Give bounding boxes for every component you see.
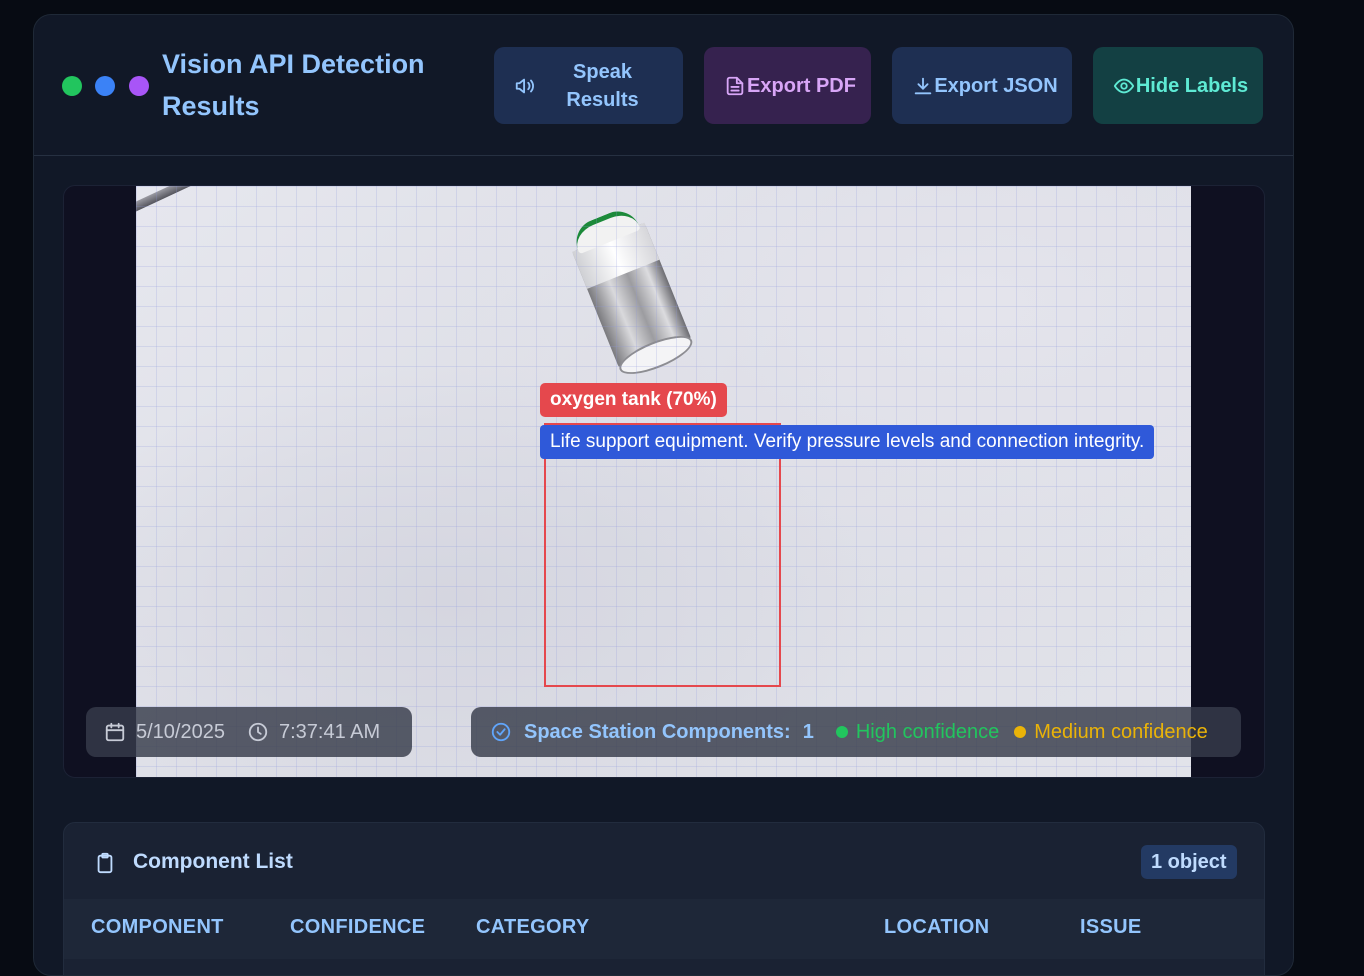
eye-icon: [1113, 78, 1135, 93]
column-header-confidence[interactable]: CONFIDENCE: [290, 916, 425, 939]
export-pdf-button[interactable]: Export PDF: [704, 47, 871, 124]
legend-high-label: High confidence: [855, 720, 1000, 743]
speaker-icon: [515, 78, 534, 93]
time-text: 7:37:41 AM: [278, 720, 381, 743]
column-header-issue[interactable]: ISSUE: [1080, 916, 1142, 939]
clipboard-icon: [97, 852, 113, 874]
check-circle-icon: [491, 722, 511, 742]
component-list-card: Component List 1 object COMPONENT CONFID…: [63, 822, 1265, 975]
export-json-label: Export JSON: [934, 74, 1058, 97]
image-viewer: oxygen tank (70%) Life support equipment…: [63, 185, 1265, 778]
export-json-button[interactable]: Export JSON: [892, 47, 1072, 124]
column-header-category[interactable]: CATEGORY: [476, 916, 590, 939]
column-header-component[interactable]: COMPONENT: [91, 916, 224, 939]
column-header-location[interactable]: LOCATION: [884, 916, 989, 939]
clock-icon: [248, 722, 268, 742]
legend-medium-confidence: Medium confidence: [1014, 720, 1208, 744]
detection-bounding-box[interactable]: [544, 423, 781, 687]
calendar-icon: [105, 722, 125, 742]
export-pdf-label: Export PDF: [747, 74, 856, 97]
page-title: Vision API Detection Results: [162, 49, 425, 121]
legend-high-swatch: [835, 726, 848, 738]
window-dot-purple: [129, 76, 149, 96]
download-icon: [914, 77, 932, 94]
table-header-row: COMPONENT CONFIDENCE CATEGORY LOCATION I…: [64, 899, 1264, 959]
results-panel: Vision API Detection Results Speak Resul…: [33, 14, 1294, 976]
detection-description: Life support equipment. Verify pressure …: [540, 425, 1155, 459]
legend-medium-swatch: [1014, 726, 1027, 738]
window-dot-blue: [95, 76, 115, 96]
object-count-badge: 1 object: [1141, 845, 1237, 879]
hide-labels-label: Hide Labels: [1135, 74, 1249, 97]
components-count-label: Space Station Components:: [524, 720, 791, 743]
timestamp-badge: 5/10/2025 7:37:41 AM: [86, 707, 412, 757]
component-list-header: Component List 1 object: [64, 823, 1264, 899]
component-list-title: Component List: [133, 850, 293, 873]
legend-medium-label: Medium confidence: [1034, 720, 1208, 743]
detection-label[interactable]: oxygen tank (70%): [540, 383, 727, 417]
detection-stats-bar: Space Station Components: 1 High confide…: [471, 707, 1241, 757]
analyzed-photo: oxygen tank (70%) Life support equipment…: [136, 186, 1191, 777]
legend-high-confidence: High confidence: [835, 720, 1000, 744]
file-icon: [726, 76, 744, 95]
window-dot-green: [62, 76, 82, 96]
panel-header: Vision API Detection Results Speak Resul…: [34, 15, 1293, 156]
speak-results-label: Speak Results: [566, 60, 639, 111]
speak-results-button[interactable]: Speak Results: [494, 47, 683, 124]
date-text: 5/10/2025: [136, 720, 225, 743]
components-count: 1: [802, 720, 814, 743]
hide-labels-button[interactable]: Hide Labels: [1093, 47, 1263, 124]
